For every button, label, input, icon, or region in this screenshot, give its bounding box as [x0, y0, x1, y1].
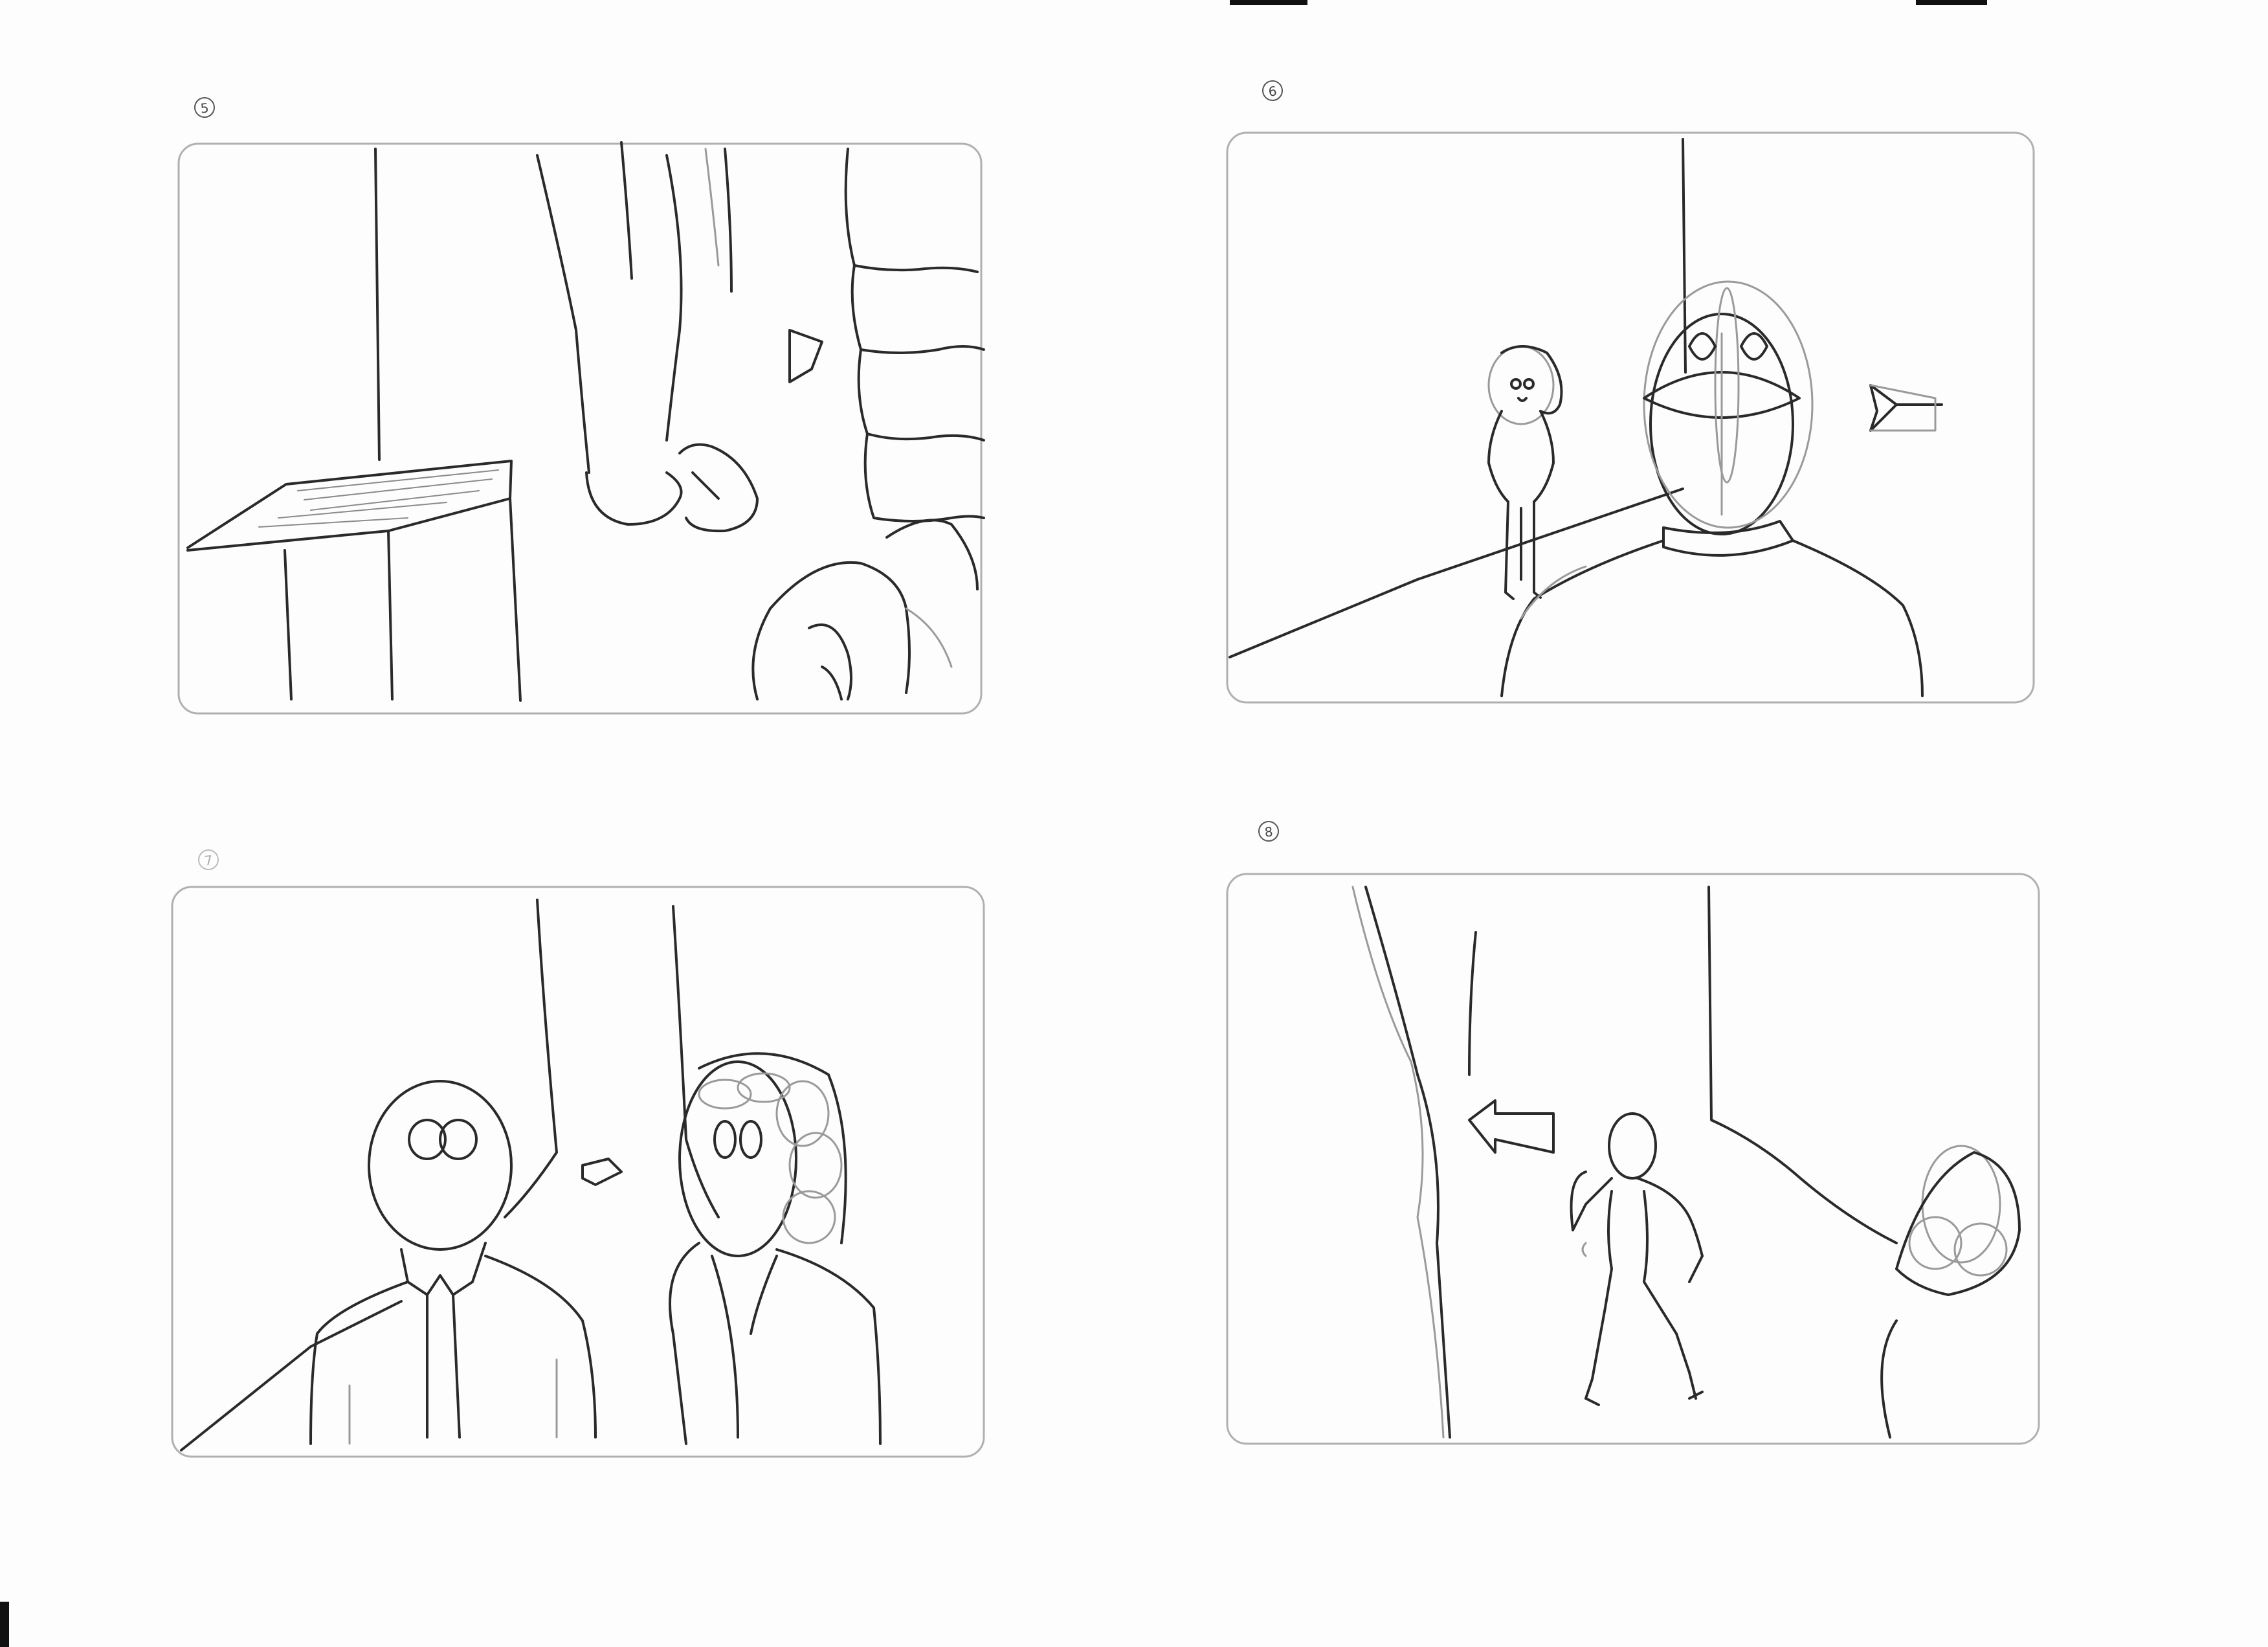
wall-line — [374, 148, 381, 461]
panel-8-sketch — [1226, 873, 2040, 1445]
scan-mark-top — [1230, 0, 1307, 5]
panel-frame — [171, 886, 985, 1458]
foreground-head — [1643, 280, 1814, 535]
arm-illustration — [536, 141, 759, 533]
shoulders — [1500, 520, 1924, 697]
panel-number-5: 5 — [193, 96, 216, 119]
wall-line — [1682, 138, 1687, 374]
motion-arrow — [788, 329, 823, 383]
panel-number-7: 7 — [197, 848, 220, 871]
partial-character — [1880, 1145, 2021, 1439]
wall-line — [1707, 886, 1898, 1244]
second-hand — [751, 519, 979, 700]
storyboard-sheet: 5 6 7 8 — [0, 0, 2268, 1647]
panel-frame — [1226, 873, 2040, 1445]
panel-7-sketch — [171, 886, 985, 1458]
left-character — [309, 1080, 597, 1445]
panel-5-sketch — [177, 141, 985, 715]
tree-trunk — [1351, 886, 1477, 1439]
wall-line — [504, 899, 558, 1218]
floor-line — [180, 1300, 403, 1451]
right-character — [669, 1052, 882, 1445]
panel-6-sketch — [1226, 131, 2035, 704]
scan-mark-left — [0, 1602, 9, 1647]
walking-figure — [1570, 1112, 1704, 1406]
brick-wall — [844, 148, 985, 522]
panel-frame — [177, 142, 983, 715]
motion-arrow — [581, 1158, 623, 1186]
scan-mark-top-right — [1916, 0, 1987, 5]
panel-frame — [1226, 131, 2035, 704]
small-figure — [1487, 345, 1563, 600]
panel-number-8: 8 — [1257, 820, 1280, 843]
motion-arrow — [1468, 1099, 1555, 1154]
floor-line — [1228, 487, 1684, 658]
panel-number-6: 6 — [1261, 79, 1284, 102]
box-illustration — [186, 460, 522, 702]
